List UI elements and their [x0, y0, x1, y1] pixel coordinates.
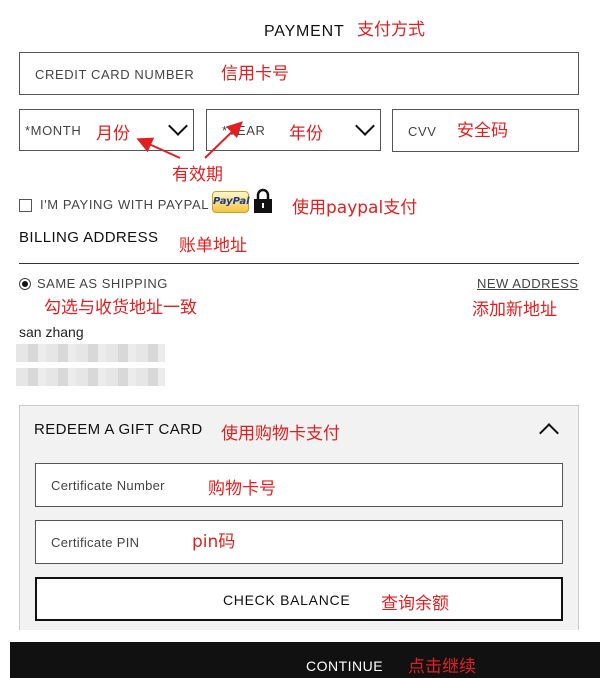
- annotation-same-as-shipping: 勾选与收货地址一致: [44, 298, 197, 318]
- billing-address-title: BILLING ADDRESS: [19, 229, 159, 246]
- annotation-gift-card: 使用购物卡支付: [221, 424, 340, 444]
- certificate-number-placeholder: Certificate Number: [51, 478, 165, 493]
- credit-card-number-label: CREDIT CARD NUMBER: [35, 67, 195, 82]
- gift-card-title[interactable]: REDEEM A GIFT CARD: [34, 421, 203, 438]
- paypal-checkbox[interactable]: [19, 199, 32, 212]
- annotation-certificate-pin: pin码: [192, 532, 236, 552]
- annotation-new-address: 添加新地址: [472, 300, 557, 320]
- same-as-shipping-radio[interactable]: [19, 278, 31, 290]
- continue-label: CONTINUE: [306, 658, 384, 674]
- month-label: *MONTH: [25, 123, 82, 138]
- certificate-pin-field[interactable]: Certificate PIN: [35, 520, 563, 564]
- check-balance-label: CHECK BALANCE: [223, 592, 351, 608]
- cvv-label: CVV: [408, 124, 437, 139]
- credit-card-number-field[interactable]: CREDIT CARD NUMBER: [19, 52, 579, 95]
- annotation-certificate-number: 购物卡号: [208, 479, 276, 499]
- check-balance-button[interactable]: CHECK BALANCE: [35, 577, 563, 621]
- annotation-card-number: 信用卡号: [221, 64, 289, 84]
- spacer: [0, 630, 600, 642]
- certificate-pin-placeholder: Certificate PIN: [51, 535, 140, 550]
- annotation-paypal: 使用paypal支付: [292, 198, 418, 218]
- paypal-label: I'M PAYING WITH PAYPAL: [40, 197, 210, 212]
- annotation-continue: 点击继续: [408, 657, 476, 677]
- certificate-number-field[interactable]: Certificate Number: [35, 463, 563, 507]
- page-title: PAYMENT: [264, 23, 345, 40]
- annotation-billing: 账单地址: [179, 236, 247, 256]
- paypal-logo: PayPal: [212, 191, 250, 213]
- continue-button[interactable]: CONTINUE: [10, 642, 600, 678]
- divider: [19, 263, 579, 264]
- annotation-check-balance: 查询余额: [381, 594, 449, 614]
- annotation-payment: 支付方式: [357, 20, 425, 40]
- same-as-shipping-label: SAME AS SHIPPING: [37, 276, 168, 291]
- annotation-year: 年份: [289, 124, 323, 144]
- chevron-down-icon: [355, 116, 375, 136]
- billing-name: san zhang: [19, 324, 84, 340]
- new-address-link[interactable]: NEW ADDRESS: [477, 276, 579, 291]
- blurred-address-line: [16, 368, 165, 386]
- lock-icon: [253, 188, 273, 214]
- blurred-address-line: [16, 344, 165, 362]
- annotation-month: 月份: [96, 124, 130, 144]
- annotation-expiry: 有效期: [172, 165, 223, 185]
- annotation-arrows: [136, 121, 243, 159]
- annotation-cvv: 安全码: [457, 121, 508, 141]
